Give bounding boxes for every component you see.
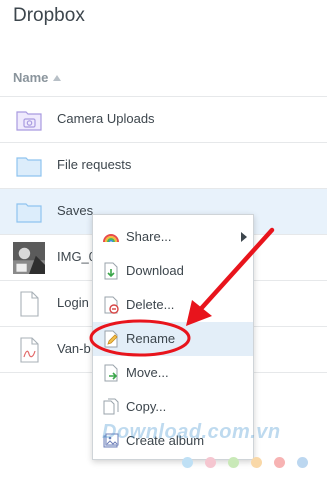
- annotation-ellipse: [89, 319, 191, 357]
- annotation-arrow-shaft: [195, 227, 275, 315]
- annotation-overlay: [89, 227, 275, 357]
